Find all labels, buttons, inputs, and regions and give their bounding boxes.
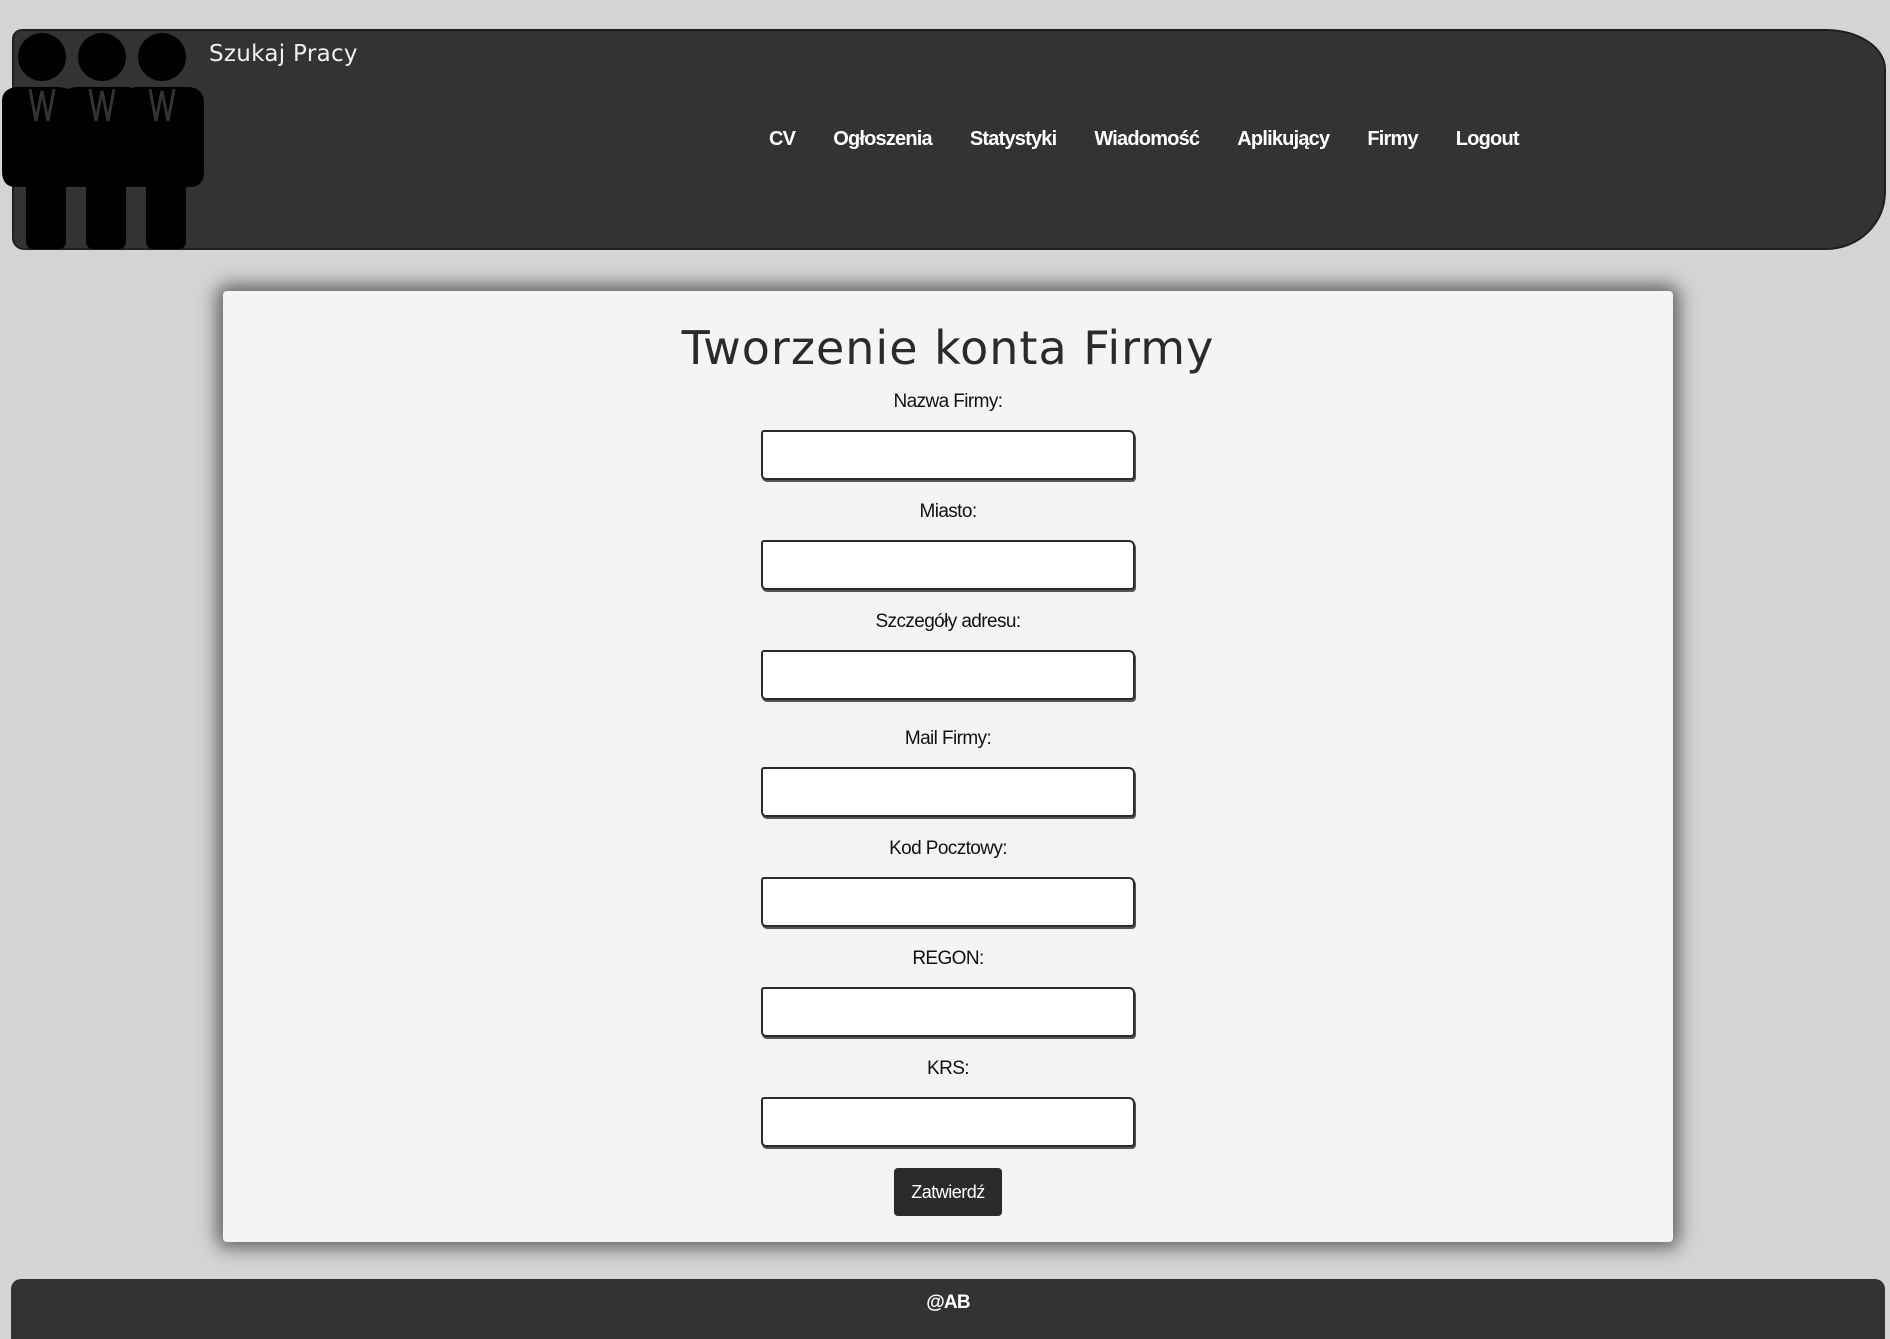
address-details-input[interactable] — [761, 650, 1135, 700]
company-account-form-card: Tworzenie konta Firmy Nazwa Firmy: Miast… — [223, 291, 1673, 1242]
company-name-label: Nazwa Firmy: — [893, 391, 1004, 412]
postal-code-input[interactable] — [761, 877, 1135, 927]
company-email-input[interactable] — [761, 767, 1135, 817]
nav-item-ogloszenia[interactable]: Ogłoszenia — [814, 126, 951, 153]
submit-button[interactable]: Zatwierdź — [894, 1168, 1002, 1216]
page-title: Tworzenie konta Firmy — [681, 321, 1215, 375]
krs-input[interactable] — [761, 1097, 1135, 1147]
site-title[interactable]: Szukaj Pracy — [209, 41, 358, 67]
regon-input[interactable] — [761, 987, 1135, 1037]
nav-item-wiadomosc[interactable]: Wiadomość — [1075, 126, 1218, 153]
main-nav: CV Ogłoszenia Statystyki Wiadomość Aplik… — [750, 126, 1538, 153]
nav-item-aplikujacy[interactable]: Aplikujący — [1218, 126, 1348, 153]
address-details-label: Szczegóły adresu: — [875, 611, 1021, 632]
city-input[interactable] — [761, 540, 1135, 590]
company-email-label: Mail Firmy: — [904, 728, 992, 749]
people-group-icon — [2, 33, 204, 249]
postal-code-label: Kod Pocztowy: — [889, 838, 1007, 859]
regon-label: REGON: — [912, 948, 984, 969]
nav-item-firmy[interactable]: Firmy — [1348, 126, 1436, 153]
nav-item-logout[interactable]: Logout — [1437, 126, 1538, 153]
krs-label: KRS: — [927, 1058, 970, 1079]
footer-text: @AB — [926, 1292, 970, 1313]
nav-item-statystyki[interactable]: Statystyki — [951, 126, 1076, 153]
nav-item-cv[interactable]: CV — [750, 126, 814, 153]
city-label: Miasto: — [919, 501, 977, 522]
company-name-input[interactable] — [761, 430, 1135, 480]
footer-bar: @AB — [11, 1279, 1885, 1339]
